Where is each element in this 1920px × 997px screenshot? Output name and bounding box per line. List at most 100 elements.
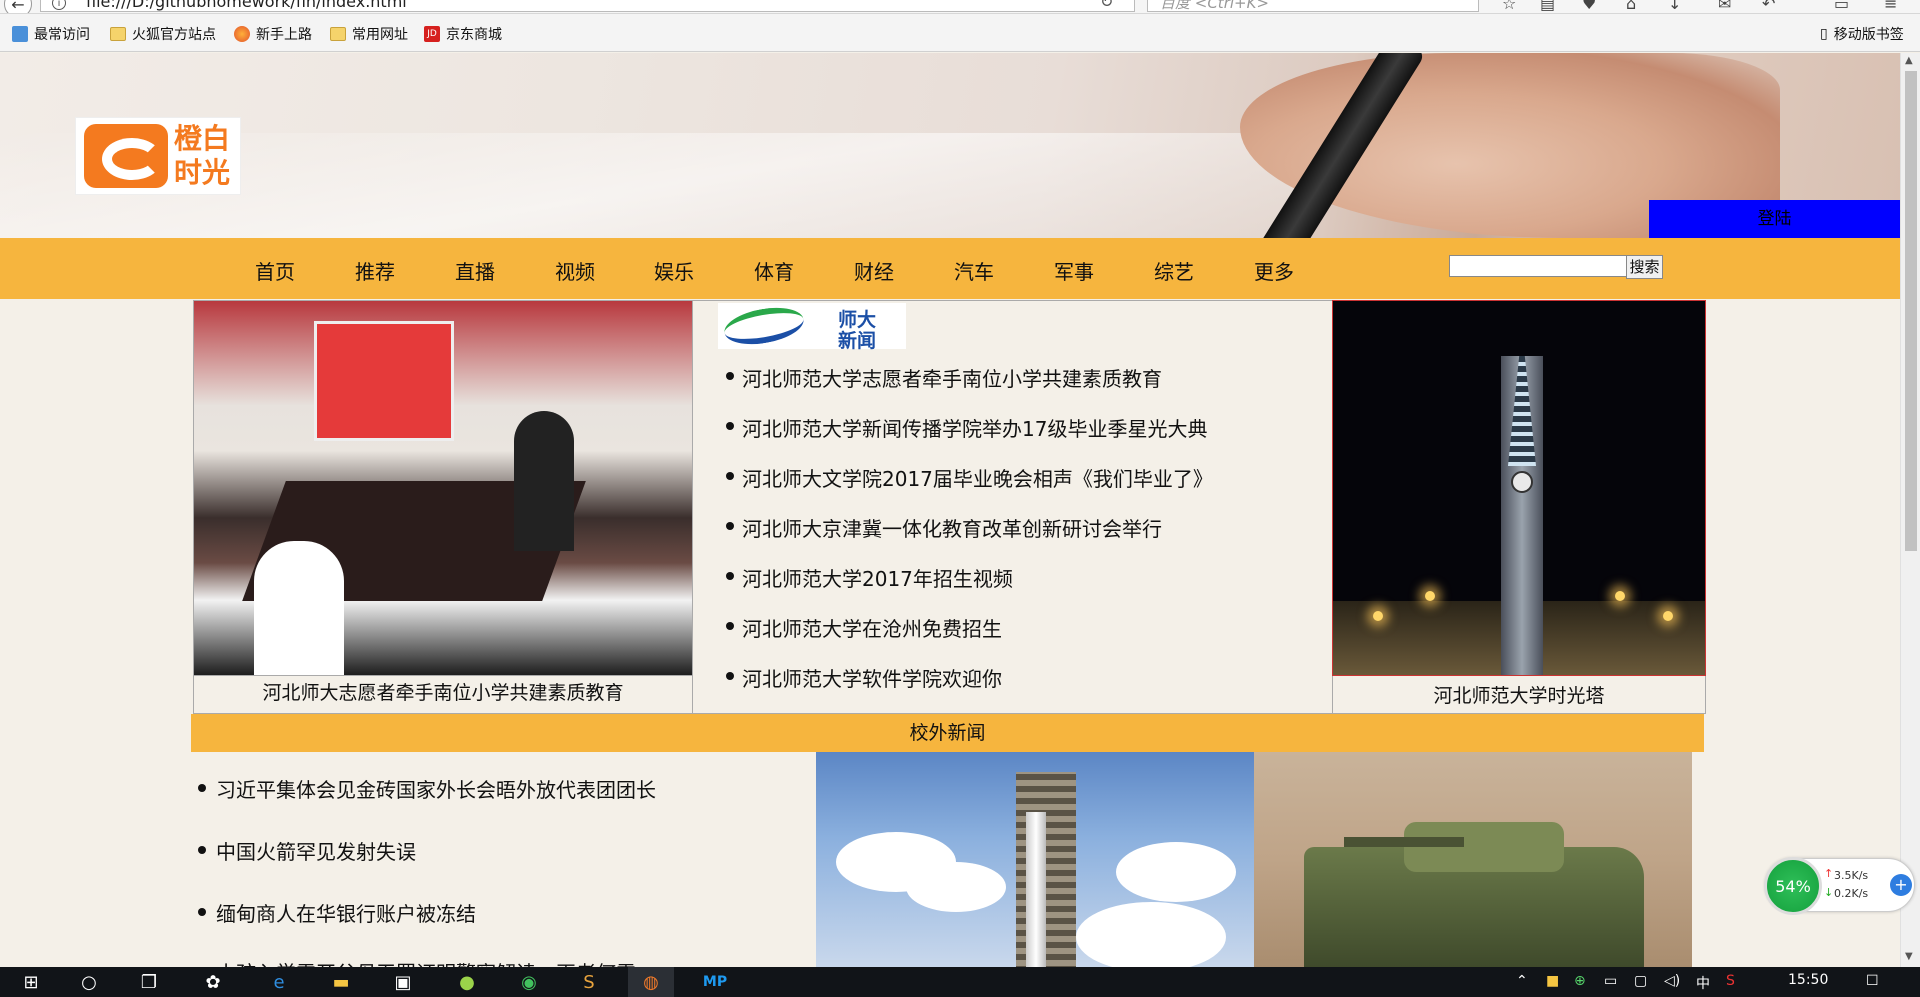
- chat-icon[interactable]: ✉: [1718, 0, 1731, 13]
- bookmark-getting-started[interactable]: 新手上路: [234, 24, 312, 44]
- nav-item-recommend[interactable]: 推荐: [355, 256, 395, 285]
- bookmark-label: 常用网址: [352, 27, 408, 43]
- outside-news-item[interactable]: 缅甸商人在华银行账户被冻结: [216, 898, 476, 927]
- nav-item-military[interactable]: 军事: [1054, 256, 1094, 285]
- outside-news-item[interactable]: 习近平集体会见金砖国家外长会晤外放代表团团长: [216, 774, 656, 803]
- back-icon[interactable]: ←: [4, 0, 32, 13]
- sublime-icon[interactable]: S: [566, 967, 612, 997]
- tray-app-icon[interactable]: ■: [1546, 973, 1559, 989]
- nav-item-auto[interactable]: 汽车: [954, 256, 994, 285]
- bookmark-firefox-site[interactable]: 火狐官方站点: [110, 24, 216, 44]
- bookmark-star-icon[interactable]: ☆: [1502, 0, 1516, 13]
- notification-icon[interactable]: ☐: [1866, 973, 1879, 989]
- browser-toolbar: ← i file:///D:/githubhomework/fin/index.…: [0, 0, 1920, 14]
- tray-expand-icon[interactable]: ⌃: [1516, 973, 1528, 989]
- site-logo[interactable]: 橙白 时光: [75, 117, 241, 195]
- reload-icon[interactable]: ↻: [1100, 0, 1113, 11]
- network-icon[interactable]: ▢: [1634, 973, 1647, 989]
- mp-app-icon[interactable]: MP: [692, 967, 738, 997]
- outside-news-item[interactable]: 小孩入学需开父母无罪证明警察解读：再者何需: [216, 957, 636, 967]
- tray-plus-icon[interactable]: ⊕: [1574, 973, 1586, 989]
- campus-news-item[interactable]: 河北师范大学新闻传播学院举办17级毕业季星光大典: [742, 413, 1207, 442]
- upload-speed: 3.5K/s: [1834, 869, 1869, 882]
- store-icon[interactable]: ▣: [380, 967, 426, 997]
- bookmark-jd[interactable]: JD 京东商城: [424, 24, 502, 44]
- bullet-icon: [198, 784, 206, 792]
- nav-item-home[interactable]: 首页: [255, 256, 295, 285]
- logo-mark: [84, 124, 168, 188]
- nav-item-live[interactable]: 直播: [455, 256, 495, 285]
- campus-news-item[interactable]: 河北师范大学软件学院欢迎你: [742, 663, 1002, 692]
- campus-news-item[interactable]: 河北师大文学院2017届毕业晚会相声《我们毕业了》: [742, 463, 1213, 492]
- photo-lamp: [1615, 591, 1625, 601]
- campus-news-item[interactable]: 河北师范大学志愿者牵手南位小学共建素质教育: [742, 363, 1162, 392]
- photo-rocket: [1026, 812, 1046, 967]
- rocket-image[interactable]: [816, 752, 1254, 967]
- scroll-up-icon[interactable]: ▲: [1905, 55, 1913, 66]
- network-speed-widget[interactable]: 54% ↑ 3.5K/s ↓ 0.2K/s +: [1764, 857, 1915, 915]
- search-button[interactable]: 搜索: [1626, 255, 1663, 279]
- app-green-icon[interactable]: ●: [444, 967, 490, 997]
- battery-icon[interactable]: ▭: [1604, 973, 1617, 989]
- pocket-icon[interactable]: ♥: [1582, 0, 1596, 13]
- nav-item-finance[interactable]: 财经: [854, 256, 894, 285]
- bullet-icon: [726, 572, 734, 580]
- search-input[interactable]: [1449, 255, 1627, 277]
- campus-news-logo: 师大 新闻: [718, 302, 906, 352]
- nav-item-sports[interactable]: 体育: [754, 256, 794, 285]
- jd-icon: JD: [424, 26, 440, 42]
- library-icon[interactable]: ▤: [1540, 0, 1555, 13]
- mobile-bookmarks[interactable]: ▯ 移动版书签: [1820, 24, 1904, 44]
- widget-plus-icon[interactable]: +: [1890, 874, 1912, 896]
- sogou-icon[interactable]: S: [1726, 973, 1735, 989]
- campus-news-item[interactable]: 河北师范大学2017年招生视频: [742, 563, 1013, 592]
- download-speed: 0.2K/s: [1834, 887, 1869, 900]
- firefox-taskbar-icon[interactable]: ◍: [628, 967, 674, 997]
- featured-right-caption[interactable]: 河北师范大学时光塔: [1332, 676, 1706, 714]
- clock[interactable]: 15:50: [1788, 972, 1828, 988]
- photo-person: [254, 541, 344, 675]
- ime-indicator[interactable]: 中: [1696, 973, 1710, 993]
- edge-icon[interactable]: e: [256, 967, 302, 997]
- campus-news-item[interactable]: 河北师范大学在沧州免费招生: [742, 613, 1002, 642]
- bookmark-most-visited[interactable]: 最常访问: [12, 24, 90, 44]
- scroll-thumb[interactable]: [1905, 71, 1917, 551]
- app-refresh-icon[interactable]: ◉: [506, 967, 552, 997]
- news-logo-text-line2: 新闻: [838, 330, 877, 352]
- bookmark-common-sites[interactable]: 常用网址: [330, 24, 408, 44]
- nav-item-more[interactable]: 更多: [1254, 256, 1294, 285]
- download-icon[interactable]: ↓: [1668, 0, 1681, 13]
- main-nav: 首页 推荐 直播 视频 娱乐 体育 财经 汽车 军事 综艺 更多 搜索: [0, 238, 1900, 299]
- nav-item-video[interactable]: 视频: [555, 256, 595, 285]
- menu-icon[interactable]: ≡: [1884, 0, 1897, 13]
- photo-person: [514, 411, 574, 551]
- featured-left-image[interactable]: [193, 300, 693, 676]
- undo-icon[interactable]: ↶: [1762, 0, 1775, 13]
- page-scrollbar[interactable]: ▲ ▼: [1900, 53, 1920, 967]
- scroll-down-icon[interactable]: ▼: [1905, 951, 1913, 962]
- app-pinwheel-icon[interactable]: ✿: [190, 967, 236, 997]
- login-button[interactable]: 登陆: [1649, 200, 1900, 238]
- taskbar: ⊞ ○ ❐ ✿ e ▬ ▣ ● ◉ S ◍ MP ⌃ ■ ⊕ ▭ ▢ ◁) 中 …: [0, 967, 1920, 997]
- logo-text-line2: 时光: [174, 156, 231, 189]
- nav-item-variety[interactable]: 综艺: [1154, 256, 1194, 285]
- upload-arrow-icon: ↑: [1824, 867, 1834, 880]
- featured-left-caption[interactable]: 河北师大志愿者牵手南位小学共建素质教育: [193, 676, 693, 714]
- photo-launch-tower: [1016, 772, 1076, 967]
- nav-item-entertainment[interactable]: 娱乐: [654, 256, 694, 285]
- featured-right-image[interactable]: [1332, 300, 1706, 676]
- home-icon[interactable]: ⌂: [1626, 0, 1636, 13]
- tank-image[interactable]: [1254, 752, 1692, 967]
- outside-news-item[interactable]: 中国火箭罕见发射失误: [216, 836, 416, 865]
- volume-icon[interactable]: ◁): [1664, 973, 1680, 989]
- search-icon[interactable]: ○: [66, 967, 112, 997]
- url-text[interactable]: file:///D:/githubhomework/fin/index.html: [86, 0, 407, 11]
- browser-search-placeholder: 百度 <Ctrl+K>: [1160, 0, 1269, 12]
- start-windows-icon[interactable]: ⊞: [8, 967, 54, 997]
- campus-news-item[interactable]: 河北师大京津冀一体化教育改革创新研讨会举行: [742, 513, 1162, 542]
- screenshot-icon[interactable]: ▭: [1834, 0, 1849, 13]
- task-view-icon[interactable]: ❐: [126, 967, 172, 997]
- photo-tank-gun: [1344, 837, 1464, 847]
- file-explorer-icon[interactable]: ▬: [318, 967, 364, 997]
- network-usage-gauge: 54%: [1764, 857, 1822, 915]
